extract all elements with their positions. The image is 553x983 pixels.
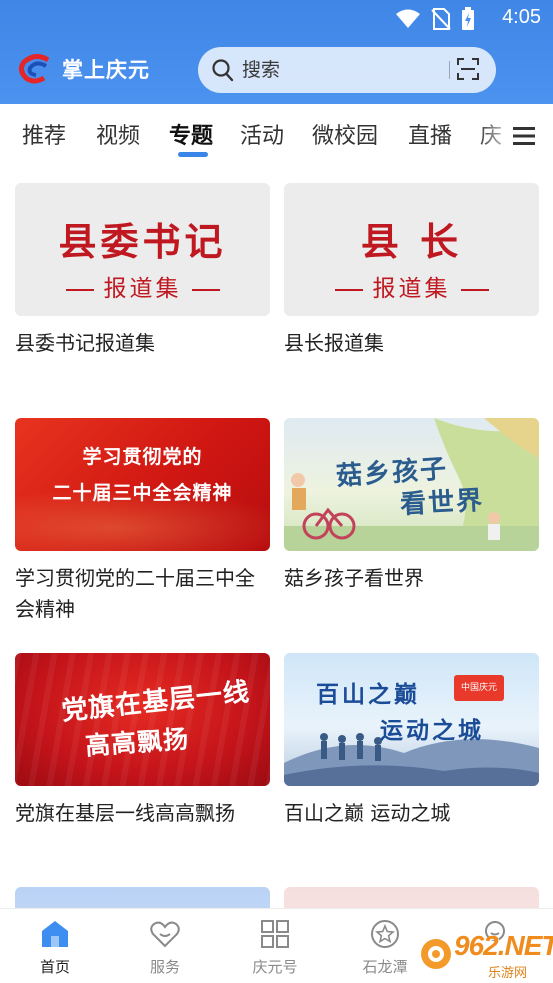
topic-thumbnail: 百山之巅 中国庆元 运动之城 bbox=[284, 653, 539, 786]
thumbnail-line2: 二十届三中全会精神 bbox=[52, 482, 233, 504]
app-bar: 掌上庆元 bbox=[0, 44, 553, 96]
topic-card[interactable]: 党旗在基层一线 高高飘扬 党旗在基层一线高高飘扬 bbox=[15, 653, 270, 829]
status-time: 4:05 bbox=[502, 6, 541, 28]
topic-thumbnail: 县 长 报道集 bbox=[284, 183, 539, 316]
topic-thumbnail: 县委书记 报道集 bbox=[15, 183, 270, 316]
search-divider bbox=[449, 61, 450, 79]
thumbnail-line1: 学习贯彻党的 bbox=[82, 446, 203, 468]
watermark-logo-icon bbox=[421, 939, 451, 969]
star-circle-icon bbox=[371, 920, 399, 948]
topic-thumbnail: 党旗在基层一线 高高飘扬 bbox=[15, 653, 270, 786]
nav-label: 首页 bbox=[39, 958, 70, 976]
top-header: 4:05 掌上庆元 bbox=[0, 0, 553, 104]
scan-icon[interactable] bbox=[456, 57, 480, 81]
watermark-sub: 乐游网 bbox=[488, 966, 528, 981]
thumbnail-line2: 运动之城 bbox=[380, 718, 484, 744]
topic-card[interactable]: 百山之巅 中国庆元 运动之城 百山之巅 运动之城 bbox=[284, 653, 539, 829]
tab-activities[interactable]: 活动 bbox=[240, 118, 284, 150]
status-bar: 4:05 bbox=[0, 0, 553, 36]
thumbnail-badge: 中国庆元 bbox=[454, 675, 504, 701]
status-icons bbox=[395, 7, 475, 31]
home-icon bbox=[42, 921, 68, 947]
grid-icon bbox=[261, 920, 289, 948]
topic-card[interactable]: 县 长 报道集 县长报道集 bbox=[284, 183, 539, 359]
thumbnail-sub-row: 报道集 bbox=[15, 269, 270, 303]
tab-video[interactable]: 视频 bbox=[96, 118, 140, 150]
watermark-brand: 962.NET bbox=[454, 930, 553, 961]
thumbnail-line2: 高高飘扬 bbox=[84, 724, 191, 761]
thumbnail-line2: 看世界 bbox=[399, 485, 485, 521]
thumbnail-main-text: 县委书记 bbox=[58, 219, 227, 264]
search-bar[interactable] bbox=[198, 47, 496, 93]
topic-title: 县长报道集 bbox=[284, 331, 384, 355]
category-tabs: 推荐 视频 专题 活动 微校园 直播 庆 bbox=[0, 104, 553, 166]
topic-title: 县委书记报道集 bbox=[15, 331, 155, 355]
thumbnail-sub-text: 报道集 bbox=[103, 276, 182, 302]
thumbnail-line1: 百山之巅 bbox=[316, 682, 420, 708]
topic-card[interactable]: 菇乡孩子 看世界 菇乡孩子看世界 bbox=[284, 418, 539, 594]
tab-active-indicator bbox=[178, 152, 208, 157]
nav-qingyuan-account[interactable]: 庆元号 bbox=[220, 909, 330, 983]
nav-label: 庆元号 bbox=[252, 958, 298, 976]
tab-recommend[interactable]: 推荐 bbox=[22, 118, 66, 150]
search-input[interactable] bbox=[242, 56, 432, 84]
topic-title: 菇乡孩子看世界 bbox=[284, 566, 424, 590]
topic-thumbnail: 学习贯彻党的 二十届三中全会精神 bbox=[15, 418, 270, 551]
thumbnail-sub-row: 报道集 bbox=[284, 269, 539, 303]
topic-thumbnail bbox=[284, 887, 539, 908]
app-title: 掌上庆元 bbox=[62, 58, 150, 82]
thumbnail-sub-text: 报道集 bbox=[372, 276, 451, 302]
topic-card[interactable] bbox=[15, 887, 270, 908]
watermark: 962.NET 乐游网 bbox=[418, 930, 553, 981]
heart-icon bbox=[150, 921, 180, 948]
tab-fade bbox=[477, 104, 517, 166]
wifi-icon bbox=[396, 9, 420, 28]
topic-title: 学习贯彻党的二十届三中全会精神 bbox=[15, 566, 255, 621]
battery-charging-icon bbox=[462, 7, 474, 30]
thumbnail-main-text: 县 长 bbox=[360, 219, 463, 264]
topic-card[interactable]: 县委书记 报道集 县委书记报道集 bbox=[15, 183, 270, 359]
tab-micro-campus[interactable]: 微校园 bbox=[312, 118, 378, 150]
tab-topics[interactable]: 专题 bbox=[169, 118, 213, 150]
tab-live[interactable]: 直播 bbox=[408, 118, 452, 150]
app-logo-icon bbox=[18, 54, 50, 84]
nav-label: 服务 bbox=[149, 958, 180, 976]
topic-title: 百山之巅 运动之城 bbox=[284, 801, 451, 825]
topic-thumbnail bbox=[15, 887, 270, 908]
no-sim-icon bbox=[431, 8, 451, 30]
topic-card[interactable] bbox=[284, 887, 539, 908]
topic-card[interactable]: 学习贯彻党的 二十届三中全会精神 学习贯彻党的二十届三中全会精神 bbox=[15, 418, 270, 625]
topic-grid: 县委书记 报道集 县委书记报道集 县 长 报道集 县长报道集 学习贯彻党的 二十… bbox=[0, 166, 553, 908]
topic-thumbnail: 菇乡孩子 看世界 bbox=[284, 418, 539, 551]
nav-home[interactable]: 首页 bbox=[0, 909, 110, 983]
search-icon bbox=[212, 59, 234, 82]
menu-icon[interactable] bbox=[513, 126, 535, 146]
nav-service[interactable]: 服务 bbox=[110, 909, 220, 983]
topic-title: 党旗在基层一线高高飘扬 bbox=[15, 801, 235, 825]
